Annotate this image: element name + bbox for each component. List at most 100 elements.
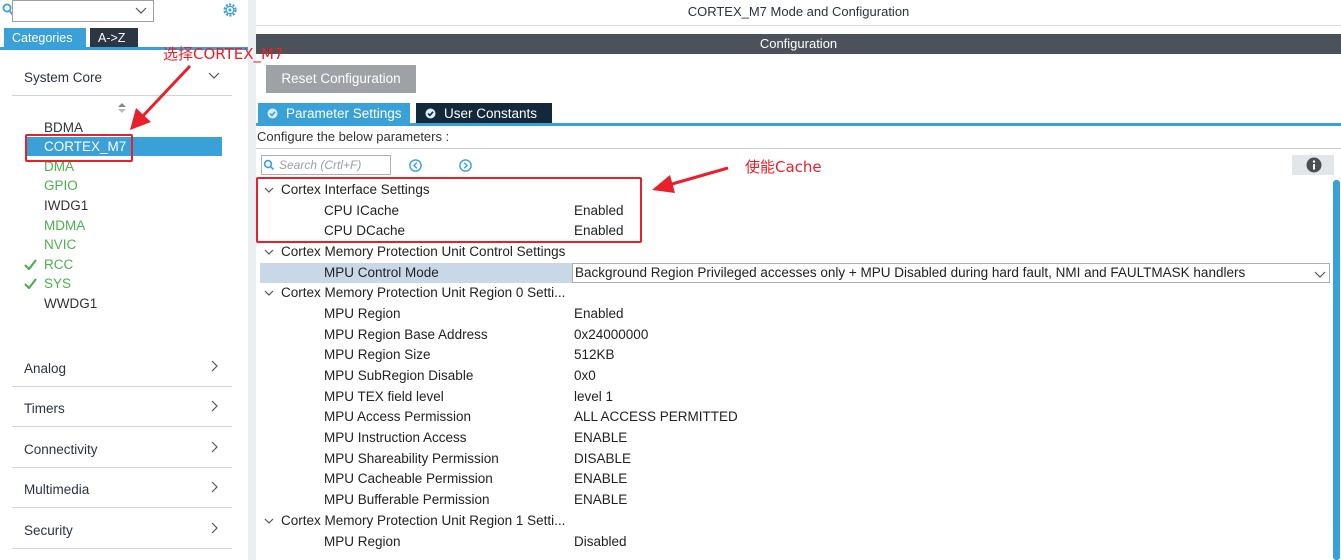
param-name: MPU TEX field level <box>324 389 444 404</box>
info-icon <box>1306 157 1322 173</box>
annotation-select-cortex: 选择CORTEX_M7 <box>163 45 284 63</box>
param-value[interactable]: Enabled <box>574 304 624 325</box>
param-name: MPU Bufferable Permission <box>324 492 490 507</box>
param-name: MPU Region <box>324 306 401 321</box>
tab-label: User Constants <box>444 106 538 121</box>
scrollbar-thumb[interactable] <box>1333 180 1340 560</box>
param-value[interactable]: ENABLE <box>574 428 627 449</box>
param-value[interactable]: 512KB <box>574 345 615 366</box>
tab-user-constants[interactable]: User Constants <box>416 103 552 124</box>
chevron-down-icon[interactable] <box>1313 267 1327 281</box>
right-panel: CORTEX_M7 Mode and Configuration Configu… <box>256 0 1341 560</box>
param-row-r0-cache[interactable]: MPU Cacheable Permission ENABLE <box>256 469 1328 490</box>
category-label: Analog <box>24 361 67 376</box>
group-mpu-region-0[interactable]: Cortex Memory Protection Unit Region 0 S… <box>256 283 1328 304</box>
annotation-box-cache <box>256 177 642 243</box>
tab-az[interactable]: A->Z <box>90 28 138 48</box>
group-label: Cortex Memory Protection Unit Region 1 S… <box>281 513 566 528</box>
chevron-down-icon[interactable] <box>264 247 274 257</box>
list-item-rcc[interactable]: RCC <box>24 255 74 274</box>
panel-splitter[interactable] <box>248 0 256 560</box>
param-row-r0-instr[interactable]: MPU Instruction Access ENABLE <box>256 428 1328 449</box>
divider <box>256 148 1341 149</box>
chevron-right-icon <box>211 360 218 372</box>
checkmark-icon <box>24 278 37 289</box>
param-name: MPU Shareability Permission <box>324 451 499 466</box>
check-circle-icon <box>267 108 278 119</box>
previous-icon[interactable] <box>409 159 422 172</box>
chevron-right-icon <box>211 441 218 453</box>
parameter-tabs: Parameter Settings User Constants <box>256 103 1341 126</box>
checkmark-icon <box>24 259 37 270</box>
list-item-mdma[interactable]: MDMA <box>44 216 85 235</box>
param-row-r0-share[interactable]: MPU Shareability Permission DISABLE <box>256 449 1328 470</box>
list-item-gpio[interactable]: GPIO <box>44 176 78 195</box>
param-value[interactable]: ALL ACCESS PERMITTED <box>574 407 738 428</box>
check-circle-icon <box>425 108 436 119</box>
param-row-r0-buffer[interactable]: MPU Bufferable Permission ENABLE <box>256 490 1328 511</box>
param-name: MPU Cacheable Permission <box>324 471 493 486</box>
param-name: MPU Instruction Access <box>324 430 467 445</box>
param-row-r0-size[interactable]: MPU Region Size 512KB <box>256 345 1328 366</box>
param-row-r0-access[interactable]: MPU Access Permission ALL ACCESS PERMITT… <box>256 407 1328 428</box>
param-value[interactable]: 0x0 <box>574 366 596 387</box>
group-mpu-control-settings[interactable]: Cortex Memory Protection Unit Control Se… <box>256 242 1328 263</box>
param-value[interactable]: level 1 <box>574 387 613 408</box>
list-item-label: RCC <box>44 257 74 272</box>
list-item-nvic[interactable]: NVIC <box>44 235 76 254</box>
param-name: MPU Access Permission <box>324 409 472 424</box>
param-row-r0-subregion[interactable]: MPU SubRegion Disable 0x0 <box>256 366 1328 387</box>
configure-label: Configure the below parameters : <box>257 129 450 144</box>
list-item-iwdg1[interactable]: IWDG1 <box>44 196 88 215</box>
param-row-r1-region[interactable]: MPU Region Disabled <box>256 532 1328 553</box>
list-item-sys[interactable]: SYS <box>24 274 72 293</box>
tab-categories[interactable]: Categories <box>4 28 86 48</box>
info-button[interactable] <box>1292 155 1334 175</box>
reset-configuration-button[interactable]: Reset Configuration <box>266 65 416 93</box>
gear-icon[interactable] <box>221 1 239 19</box>
tab-parameter-settings[interactable]: Parameter Settings <box>258 103 410 124</box>
category-analog[interactable]: Analog <box>12 347 232 387</box>
search-input[interactable] <box>12 0 154 22</box>
category-list: System Core BDMA CORTEX_M7 DMA GPIO IWDG… <box>0 50 248 560</box>
category-timers[interactable]: Timers <box>12 387 232 427</box>
param-value[interactable]: ENABLE <box>574 490 627 511</box>
param-value[interactable]: Disabled <box>574 532 627 553</box>
param-row-mpu-control-mode[interactable]: MPU Control Mode Background Region Privi… <box>256 263 1330 284</box>
param-value[interactable]: ENABLE <box>574 469 627 490</box>
param-name: MPU Region Base Address <box>324 327 488 342</box>
category-label: Connectivity <box>24 442 98 457</box>
tab-underline <box>256 123 1341 126</box>
list-item-label: SYS <box>44 276 72 291</box>
chevron-down-icon[interactable] <box>264 288 274 298</box>
category-multimedia[interactable]: Multimedia <box>12 468 232 508</box>
configuration-header: Configuration <box>256 34 1341 54</box>
category-label: Multimedia <box>24 482 90 497</box>
next-icon[interactable] <box>459 159 472 172</box>
param-row-r0-region[interactable]: MPU Region Enabled <box>256 304 1328 325</box>
chevron-right-icon <box>211 481 218 493</box>
category-connectivity[interactable]: Connectivity <box>12 428 232 468</box>
param-value[interactable]: 0x24000000 <box>574 325 648 346</box>
parameter-search-input[interactable]: Search (Crtl+F) <box>261 155 391 175</box>
param-name: MPU Control Mode <box>324 265 439 280</box>
search-placeholder: Search (Crtl+F) <box>279 158 362 172</box>
param-name: MPU SubRegion Disable <box>324 368 474 383</box>
category-label: System Core <box>24 70 103 85</box>
group-mpu-region-1[interactable]: Cortex Memory Protection Unit Region 1 S… <box>256 511 1328 532</box>
chevron-down-icon[interactable] <box>135 4 147 16</box>
chevron-right-icon <box>211 522 218 534</box>
category-security[interactable]: Security <box>12 509 232 549</box>
param-row-r0-base[interactable]: MPU Region Base Address 0x24000000 <box>256 325 1328 346</box>
select-value: Background Region Privileged accesses on… <box>575 265 1246 280</box>
chevron-down-icon[interactable] <box>264 516 274 526</box>
chevron-down-icon <box>208 72 220 79</box>
tab-label: Parameter Settings <box>286 106 402 121</box>
mpu-control-mode-select[interactable]: Background Region Privileged accesses on… <box>572 263 1330 283</box>
mode-title: CORTEX_M7 Mode and Configuration <box>256 0 1341 26</box>
param-value[interactable]: DISABLE <box>574 449 631 470</box>
param-row-r0-tex[interactable]: MPU TEX field level level 1 <box>256 387 1328 408</box>
category-label: Timers <box>24 401 65 416</box>
sort-icon[interactable] <box>118 103 126 113</box>
list-item-wwdg1[interactable]: WWDG1 <box>44 294 97 313</box>
